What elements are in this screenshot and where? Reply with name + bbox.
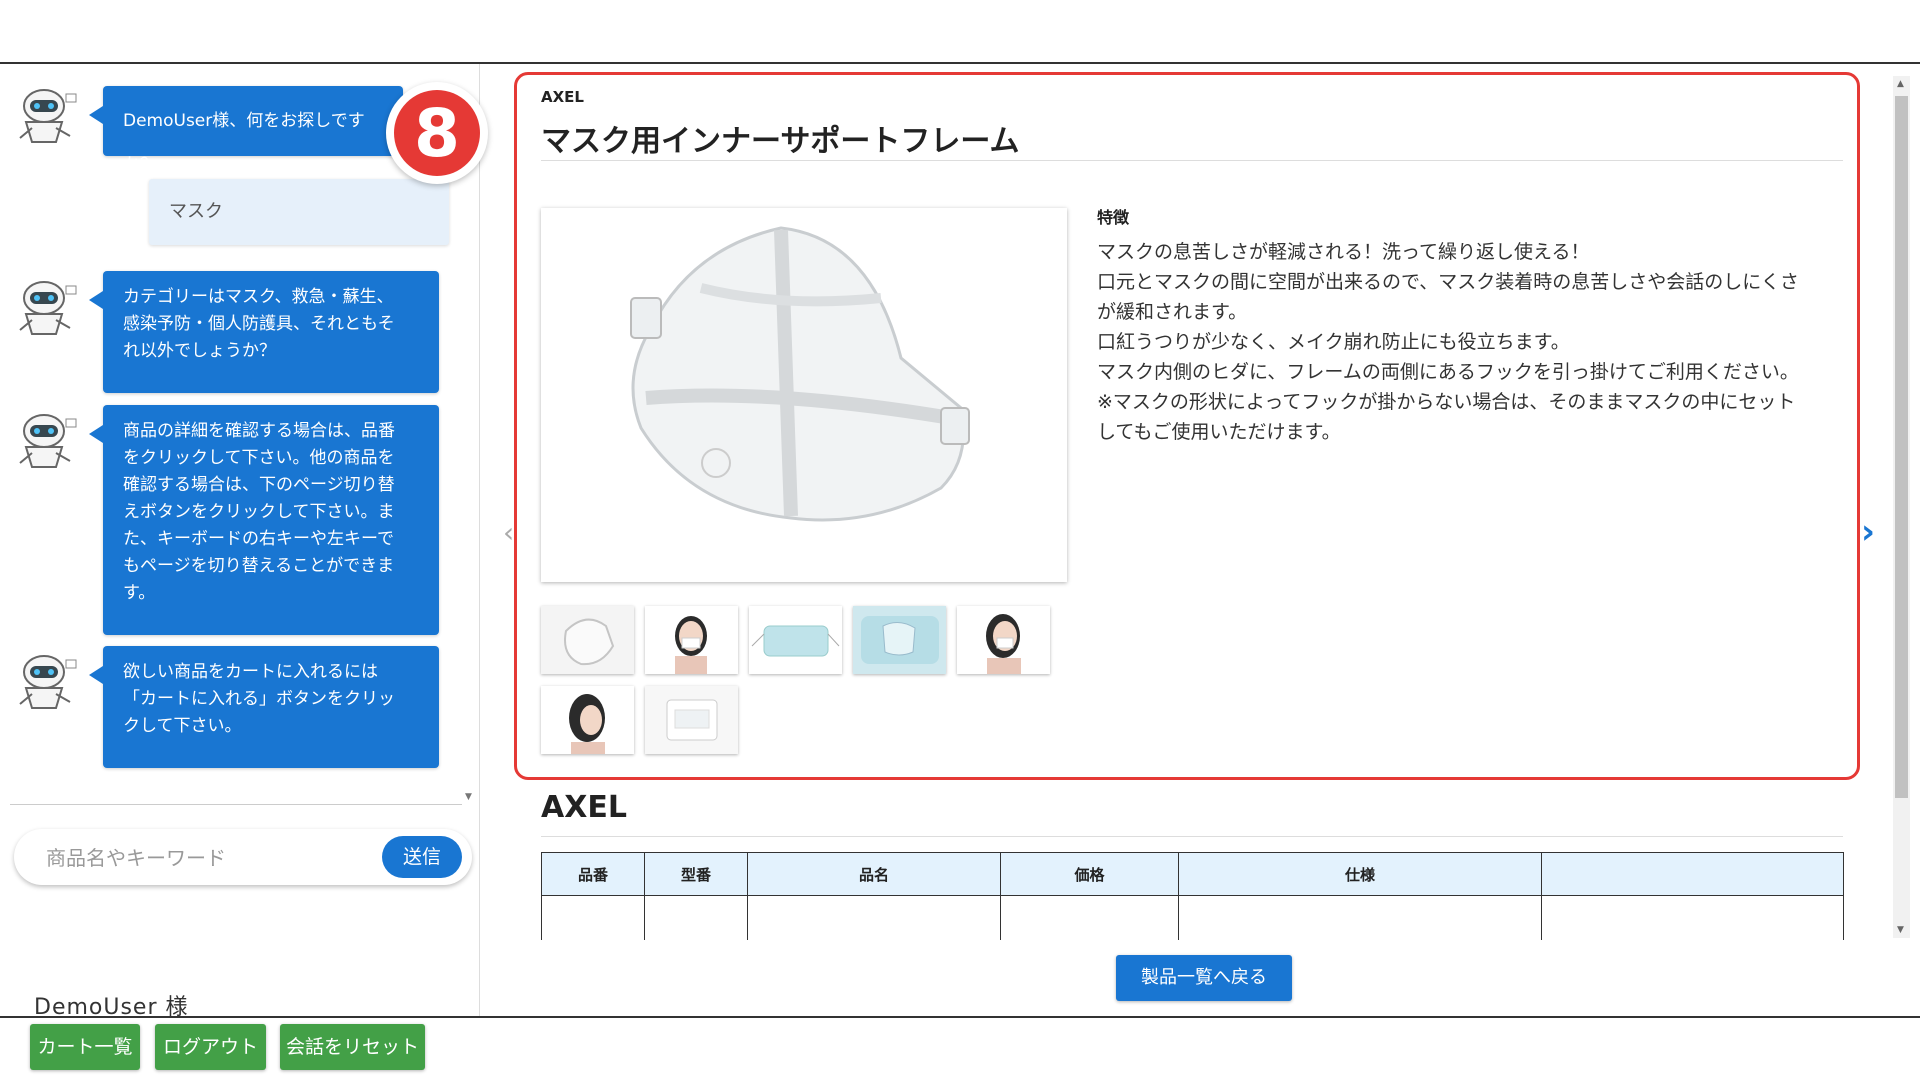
bot-message-category: カテゴリーはマスク、救急・蘇生、 感染予防・個人防護具、それともそ れ以外でしょ…	[89, 271, 439, 393]
product-thumbnail[interactable]	[957, 606, 1050, 674]
bot-message-line: す。	[123, 583, 156, 603]
reset-conversation-button[interactable]: 会話をリセット	[280, 1024, 425, 1070]
step-number-badge: 8	[386, 82, 488, 184]
bot-message-line: た、キーボードの右キーや左キーで	[123, 529, 394, 549]
prev-page-chevron-icon[interactable]: ‹	[503, 516, 514, 549]
bot-message-line: カテゴリーはマスク、救急・蘇生、	[123, 287, 394, 307]
title-divider	[541, 160, 1843, 161]
product-thumbnail[interactable]	[645, 686, 738, 754]
scroll-up-arrow-icon[interactable]: ▲	[1897, 79, 1904, 89]
bot-message-line: もページを切り替えることができま	[123, 556, 395, 576]
cell-spec	[1178, 895, 1542, 940]
current-user-label: DemoUser 様	[34, 995, 189, 1020]
product-thumbnail[interactable]	[541, 606, 634, 674]
bot-message-instructions: 商品の詳細を確認する場合は、品番 をクリックして下さい。他の商品を 確認する場合…	[89, 405, 439, 635]
robot-avatar-icon	[12, 409, 82, 471]
col-header-actions	[1541, 852, 1844, 896]
robot-avatar-icon	[12, 650, 82, 712]
bot-message-line: 確認する場合は、下のページ切り替	[123, 475, 395, 495]
bot-message-line: 「カートに入れる」ボタンをクリッ	[123, 689, 395, 709]
bot-message-line: れ以外でしょうか？	[123, 341, 276, 361]
cart-list-button[interactable]: カート一覧	[30, 1024, 140, 1070]
bot-message-line: 感染予防・個人防護具、それともそ	[123, 314, 395, 334]
scrollbar-thumb[interactable]	[1895, 96, 1908, 798]
bot-message-line: 欲しい商品をカートに入れるには	[123, 662, 378, 682]
spec-divider	[541, 836, 1843, 837]
features-line: 口紅うつりが少なく、メイク崩れ防止にも役立ちます。	[1097, 331, 1570, 353]
product-thumbnail[interactable]	[853, 606, 946, 674]
features-line: が緩和されます。	[1097, 301, 1248, 323]
product-title: マスク用インナーサポートフレーム	[541, 124, 1020, 159]
product-thumbnail[interactable]	[541, 686, 634, 754]
chat-panel: DemoUser様、何をお探しですか？ マスク カテゴリーはマスク、救急・蘇生、…	[0, 64, 479, 1070]
bot-message-line: えボタンをクリックして下さい。ま	[123, 502, 395, 522]
bot-message-text: DemoUser様、何をお探しですか？	[123, 111, 365, 175]
features-line: 口元とマスクの間に空間が出来るので、マスク装着時の息苦しさや会話のしにくさ	[1097, 271, 1799, 293]
bot-message-cart-help: 欲しい商品をカートに入れるには 「カートに入れる」ボタンをクリッ クして下さい。	[89, 646, 439, 768]
bottom-border	[0, 1016, 1920, 1018]
user-message-text: マスク	[169, 201, 223, 222]
scroll-down-arrow-icon[interactable]: ▼	[1897, 925, 1904, 935]
col-header-model-no: 型番	[644, 852, 748, 896]
product-thumbnail[interactable]	[645, 606, 738, 674]
col-header-part-no: 品番	[541, 852, 645, 896]
spec-section-maker: AXEL	[541, 790, 627, 825]
bot-message-line: をクリックして下さい。他の商品を	[123, 448, 395, 468]
features-text: マスクの息苦しさが軽減される！洗って繰り返し使える！ 口元とマスクの間に空間が出…	[1097, 237, 1852, 447]
features-line: マスクの息苦しさが軽減される！洗って繰り返し使える！	[1097, 241, 1590, 263]
product-maker: AXEL	[541, 88, 584, 106]
step-number: 8	[394, 90, 480, 176]
cell-actions	[1541, 895, 1844, 940]
bot-message-line: 商品の詳細を確認する場合は、品番	[123, 421, 395, 441]
cell-model-no	[644, 895, 748, 940]
product-thumbnail[interactable]	[749, 606, 842, 674]
col-header-price: 価格	[1000, 852, 1179, 896]
table-row	[541, 895, 1844, 940]
features-line: してもご使用いただけます。	[1097, 421, 1341, 443]
features-line: マスク内側のヒダに、フレームの両側にあるフックを引っ掛けてご利用ください。	[1097, 361, 1799, 383]
logout-button[interactable]: ログアウト	[155, 1024, 266, 1070]
spec-table: 品番 型番 品名 価格 仕様	[541, 852, 1844, 940]
cell-part-no[interactable]	[541, 895, 645, 940]
bot-message-greeting: DemoUser様、何をお探しですか？	[89, 86, 403, 175]
send-button[interactable]: 送信	[382, 836, 462, 878]
main-scrollbar[interactable]: ▲ ▼	[1893, 76, 1910, 938]
spec-table-header-row: 品番 型番 品名 価格 仕様	[541, 852, 1844, 896]
chat-divider	[10, 804, 462, 805]
product-main-image[interactable]	[541, 208, 1067, 582]
user-message: マスク	[149, 179, 449, 245]
panel-divider	[479, 64, 480, 1016]
scroll-down-arrow-icon[interactable]: ▼	[465, 792, 472, 802]
back-to-product-list-button[interactable]: 製品一覧へ戻る	[1116, 955, 1292, 1001]
cell-price	[1000, 895, 1179, 940]
chat-input-box: 送信	[14, 829, 472, 885]
chat-search-input[interactable]	[44, 843, 378, 873]
bot-message-line: クして下さい。	[123, 716, 242, 736]
col-header-name: 品名	[747, 852, 1001, 896]
next-page-chevron-icon[interactable]: ›	[1861, 512, 1875, 552]
features-heading: 特徴	[1097, 208, 1130, 227]
cell-name	[747, 895, 1001, 940]
robot-avatar-icon	[12, 84, 82, 146]
spec-table-container: 品番 型番 品名 価格 仕様	[541, 852, 1844, 940]
features-line: ※マスクの形状によってフックが掛からない場合は、そのままマスクの中にセット	[1097, 391, 1796, 413]
robot-avatar-icon	[12, 276, 82, 338]
col-header-spec: 仕様	[1178, 852, 1542, 896]
